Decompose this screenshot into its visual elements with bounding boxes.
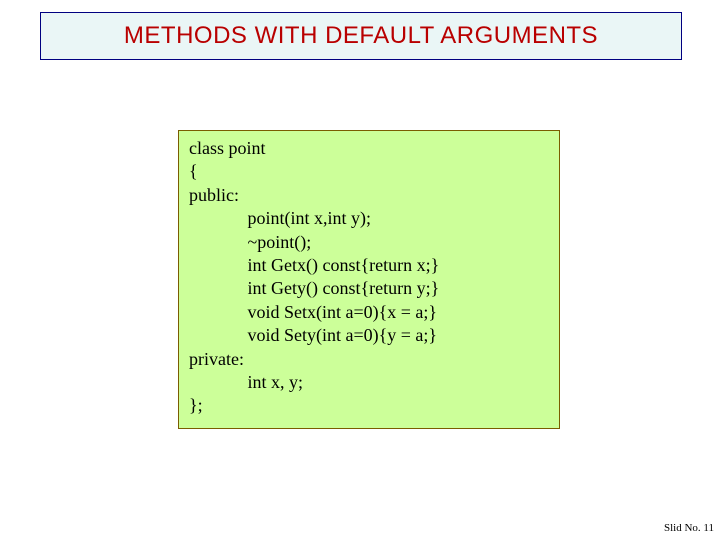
code-box: class point { public: point(int x,int y)… (178, 130, 560, 429)
code-line: int Getx() const{return x;} (189, 254, 549, 277)
code-line: int Gety() const{return y;} (189, 277, 549, 300)
code-line: int x, y; (189, 371, 549, 394)
code-line: ~point(); (189, 231, 549, 254)
code-line: private: (189, 348, 549, 371)
title-box: METHODS WITH DEFAULT ARGUMENTS (40, 12, 682, 60)
code-line: public: (189, 184, 549, 207)
code-line: void Sety(int a=0){y = a;} (189, 324, 549, 347)
code-line: }; (189, 394, 549, 417)
slide-number: Slid No. 11 (664, 522, 714, 534)
slide-title: METHODS WITH DEFAULT ARGUMENTS (124, 22, 598, 50)
code-line: class point (189, 137, 549, 160)
code-line: void Setx(int a=0){x = a;} (189, 301, 549, 324)
code-line: { (189, 160, 549, 183)
code-line: point(int x,int y); (189, 207, 549, 230)
